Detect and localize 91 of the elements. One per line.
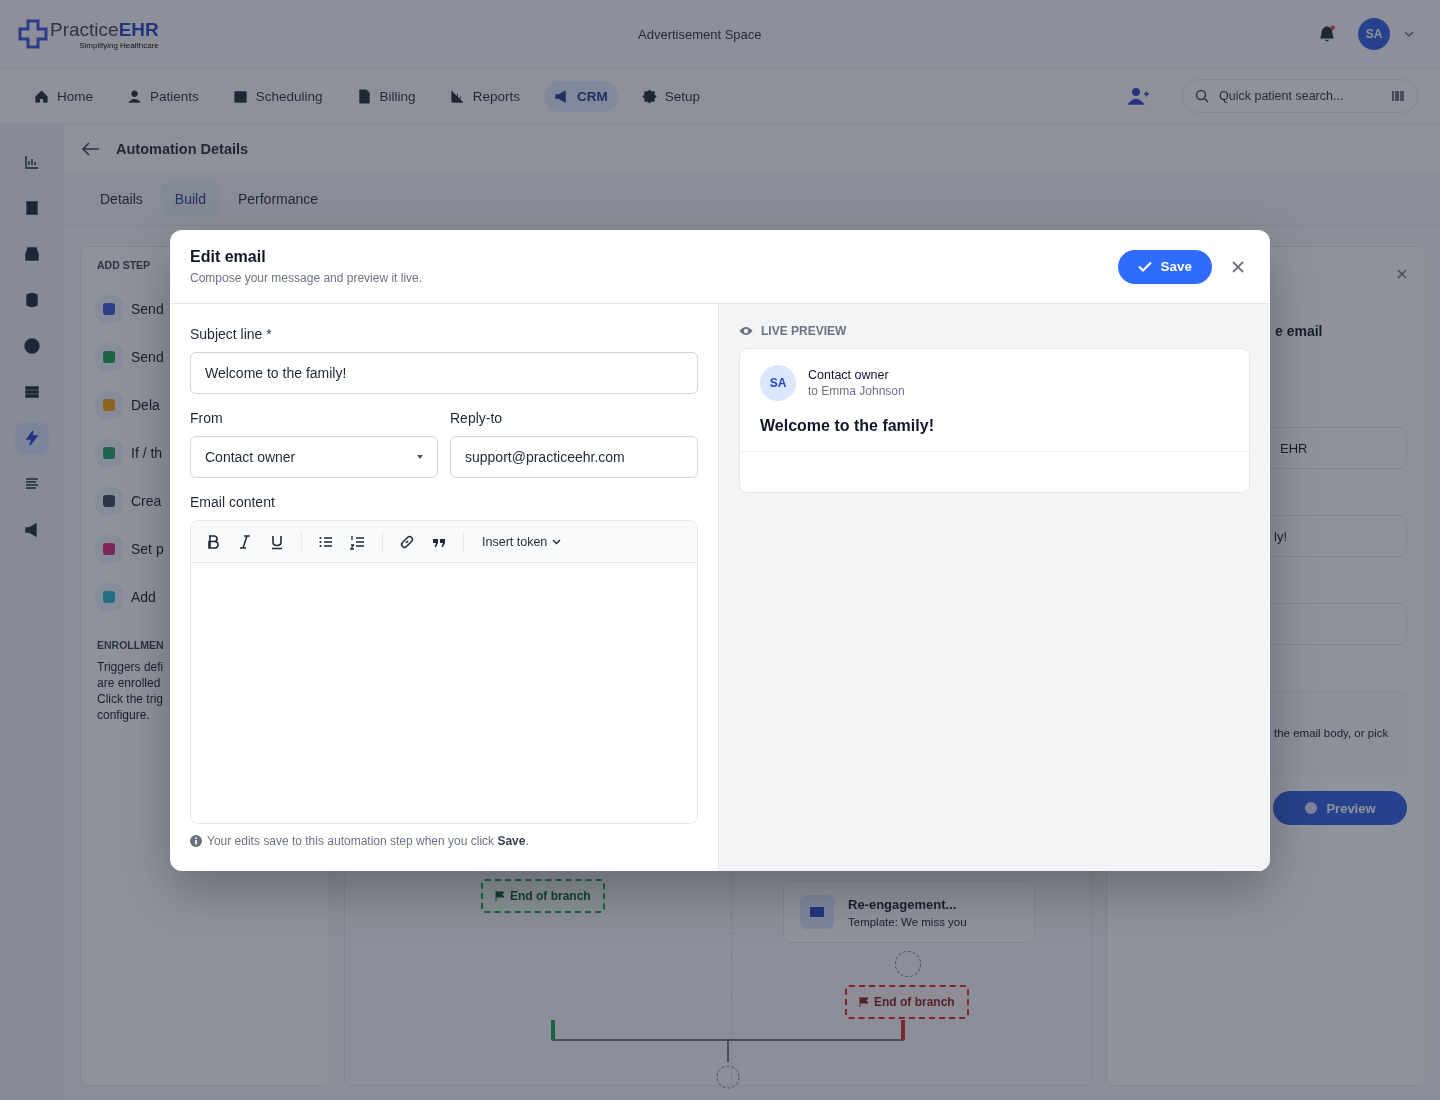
- enrollment-text: Triggers defi: [97, 659, 165, 675]
- checkmark-icon: [1138, 261, 1153, 272]
- chevron-down-icon[interactable]: [1404, 29, 1414, 39]
- sender-avatar: SA: [760, 365, 796, 401]
- link-icon: [399, 533, 415, 550]
- nav-tab[interactable]: Reports: [439, 80, 530, 112]
- page-tab[interactable]: Details: [86, 182, 157, 216]
- chevron-down-icon: [552, 538, 562, 545]
- section-heading: ENROLLMEN: [97, 639, 165, 651]
- preview-subject: Welcome to the family!: [760, 417, 935, 435]
- nav-tab[interactable]: Patients: [117, 80, 209, 112]
- italic-icon: [237, 533, 253, 550]
- email-body-editor[interactable]: Insert token: [190, 520, 698, 824]
- advertisement-label: Advertisement Space: [638, 26, 763, 42]
- flag-icon: [859, 997, 869, 1007]
- reply-to-field[interactable]: support@practiceehr.com: [450, 436, 698, 478]
- flag-icon: [495, 891, 505, 901]
- lines-icon: [24, 476, 40, 492]
- page-tab[interactable]: Performance: [223, 182, 333, 216]
- notification-bell-icon[interactable]: [1318, 25, 1336, 43]
- bold-icon: [205, 533, 221, 550]
- recipient-name: to Emma Johnson: [808, 384, 905, 398]
- step-template: Template: We miss you: [848, 915, 967, 928]
- save-hint-text: Your edits save to this automation step when you click Save.: [207, 834, 529, 848]
- preview-button[interactable]: Preview: [1273, 791, 1407, 825]
- nav-tab[interactable]: Billing: [346, 80, 426, 112]
- megaphone-icon: [24, 522, 40, 538]
- hint-text: the email body, or pick: [1274, 727, 1389, 739]
- select-value: Contact owner: [205, 449, 296, 465]
- database-icon: [24, 292, 40, 308]
- step-type-label[interactable]: Dela: [131, 397, 160, 413]
- add-user-icon[interactable]: [1128, 87, 1150, 105]
- workflow-step-card[interactable]: Re-engagement... Template: We miss you: [783, 881, 1035, 943]
- panel-heading: e email: [1275, 323, 1324, 339]
- nav-tab[interactable]: Home: [24, 80, 103, 112]
- dialog-subtitle: Compose your message and preview it live.: [190, 271, 424, 285]
- end-of-branch-tag: End of branch: [481, 879, 605, 913]
- enrollment-text: configure.: [97, 707, 151, 723]
- nav-tab[interactable]: Setup: [631, 80, 710, 112]
- lightning-icon: [24, 430, 40, 446]
- inbox-icon: [24, 246, 40, 262]
- info-icon: [190, 835, 202, 847]
- field-label: Reply-to: [450, 410, 504, 426]
- from-select[interactable]: Contact owner: [190, 436, 438, 478]
- step-title: Re-engagement...: [848, 896, 958, 912]
- page-title: Automation Details: [116, 140, 249, 157]
- patient-search-field[interactable]: Quick patient search...: [1182, 79, 1418, 113]
- user-avatar[interactable]: SA: [1358, 18, 1390, 50]
- nav-tab[interactable]: Scheduling: [222, 80, 333, 112]
- step-type-label[interactable]: Add: [131, 589, 156, 605]
- envelope-icon: [800, 895, 834, 929]
- field-label: Email content: [190, 494, 276, 510]
- enrollment-text: Click the trig: [97, 691, 165, 707]
- step-type-label[interactable]: If / th: [131, 445, 163, 461]
- chart-icon: [24, 154, 40, 170]
- step-type-label[interactable]: Set p: [131, 541, 164, 557]
- back-arrow-icon[interactable]: [82, 141, 100, 156]
- field-label: Subject line *: [190, 326, 273, 342]
- section-heading: ADD STEP: [97, 259, 152, 271]
- person-icon: [127, 88, 142, 104]
- search-icon: [1195, 89, 1209, 103]
- logo-cross-icon: [18, 19, 48, 49]
- save-button[interactable]: Save: [1118, 249, 1212, 284]
- sender-name: Contact owner: [808, 368, 890, 382]
- numbered-list-icon: [350, 533, 366, 550]
- step-type-label[interactable]: Send: [131, 301, 164, 317]
- dialog-title: Edit email: [190, 248, 267, 266]
- list-icon: [24, 384, 40, 400]
- page-tab[interactable]: Build: [160, 182, 220, 216]
- underline-icon: [269, 533, 285, 550]
- barcode-icon[interactable]: [1391, 89, 1405, 103]
- settings-icon: [641, 88, 657, 104]
- insert-token-dropdown[interactable]: Insert token: [474, 530, 570, 553]
- nav-tab[interactable]: CRM: [543, 80, 618, 112]
- document-icon: [356, 88, 372, 104]
- chart-icon: [449, 88, 465, 104]
- close-icon[interactable]: [1397, 269, 1407, 279]
- subject-line-field[interactable]: Welcome to the family!: [190, 352, 698, 394]
- caret-icon: [417, 455, 423, 459]
- close-icon: [1232, 260, 1244, 273]
- step-type-label[interactable]: Crea: [131, 493, 162, 509]
- home-icon: [34, 88, 49, 104]
- end-of-branch-tag: End of branch: [845, 985, 969, 1019]
- enrollment-text: are enrolled: [97, 675, 162, 691]
- logo-wordmark: PracticeEHR: [50, 18, 159, 41]
- megaphone-icon: [553, 88, 569, 104]
- preview-heading: LIVE PREVIEW: [761, 324, 847, 338]
- sidebar-item[interactable]: [15, 422, 49, 454]
- logo-tagline: Simplifying Healthcare: [79, 40, 159, 50]
- field-label: From: [190, 410, 224, 426]
- step-type-label[interactable]: Send: [131, 349, 164, 365]
